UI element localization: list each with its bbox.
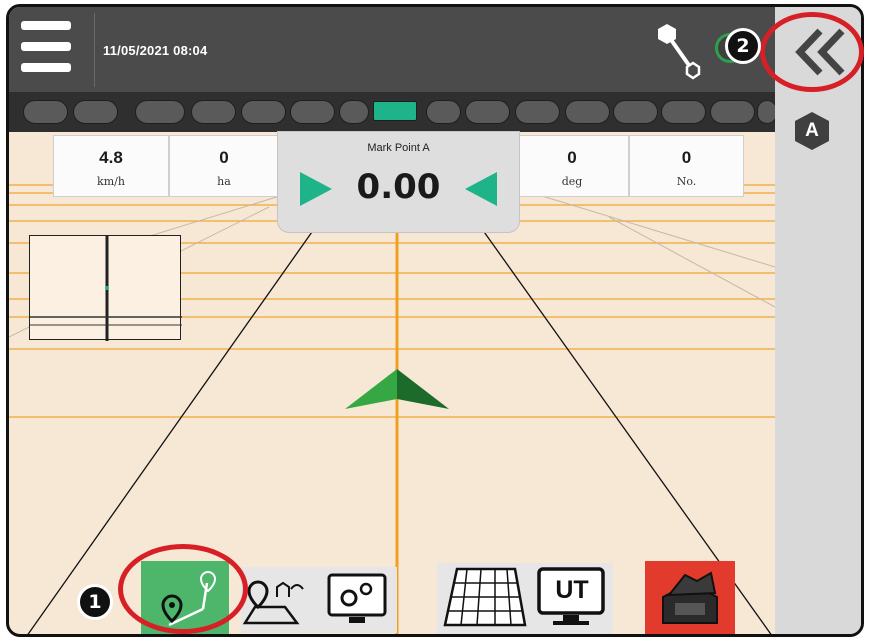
section-1 [23,100,68,124]
section-5 [241,100,286,124]
section-9 [426,100,461,124]
job-storage-icon [662,571,718,624]
mini-map-lines [30,236,182,341]
top-bar: 11/05/2021 08:04 [9,7,775,92]
section-3 [135,100,185,124]
mark-point-label: Mark Point A [367,142,430,154]
guidance-bar[interactable]: Mark Point A 0.00 [277,131,520,233]
system-settings-button[interactable] [319,567,397,633]
coverage-map-icon [443,567,527,627]
swath-number-unit: No. [676,175,697,188]
system-settings-icon [327,573,387,623]
ut-terminal-button[interactable]: UT [531,563,613,634]
speed-value: 4.8 [99,148,123,167]
speed-unit: km/h [97,175,125,188]
heading-unit: deg [561,175,583,188]
section-4 [191,100,236,124]
menu-icon-bar [21,42,71,51]
section-10 [465,100,510,124]
vehicle-icon [345,369,449,409]
coverage-map-button[interactable] [437,563,531,634]
date-time: 11/05/2021 08:04 [103,43,208,58]
auto-steer-label: A [805,120,819,141]
swath-number-value: 0 [681,148,692,167]
section-status-bar [9,92,777,132]
menu-icon-bar [21,63,71,72]
speed-box[interactable]: 4.8 km/h [53,135,169,197]
guidance-screen: 11/05/2021 08:04 4.8 km/h 0 ha 0 deg 0 N… [6,4,864,637]
field-boundary-icon [242,580,304,625]
section-16 [757,100,777,124]
menu-button[interactable] [21,21,77,75]
annotation-badge-2: 2 [725,28,761,64]
heading-value: 0 [567,148,577,167]
steer-left-arrow-icon [465,172,497,206]
section-2 [73,100,118,124]
swath-number-box[interactable]: 0 No. [629,135,744,197]
area-unit: ha [217,175,231,188]
section-14 [661,100,706,124]
section-6 [290,100,335,124]
menu-icon [21,21,71,30]
annotation-circle-2 [760,12,864,92]
ut-label: UT [555,576,589,604]
gps-receiver-icon[interactable] [649,19,709,85]
area-value: 0 [219,148,229,167]
auto-steer-a-icon[interactable]: A [794,111,830,151]
section-13 [613,100,658,124]
section-15 [710,100,755,124]
section-7 [339,100,369,124]
mini-map[interactable] [29,235,182,341]
heading-box[interactable]: 0 deg [515,135,629,197]
annotation-circle-1 [118,544,248,634]
divider [94,13,95,87]
job-storage-button[interactable] [645,561,735,634]
field-boundary-button[interactable] [241,567,319,633]
area-box[interactable]: 0 ha [169,135,279,197]
section-11 [515,100,560,124]
section-12 [565,100,610,124]
right-side-panel [775,7,861,634]
section-8-active [373,101,417,121]
annotation-badge-1: 1 [77,584,113,620]
